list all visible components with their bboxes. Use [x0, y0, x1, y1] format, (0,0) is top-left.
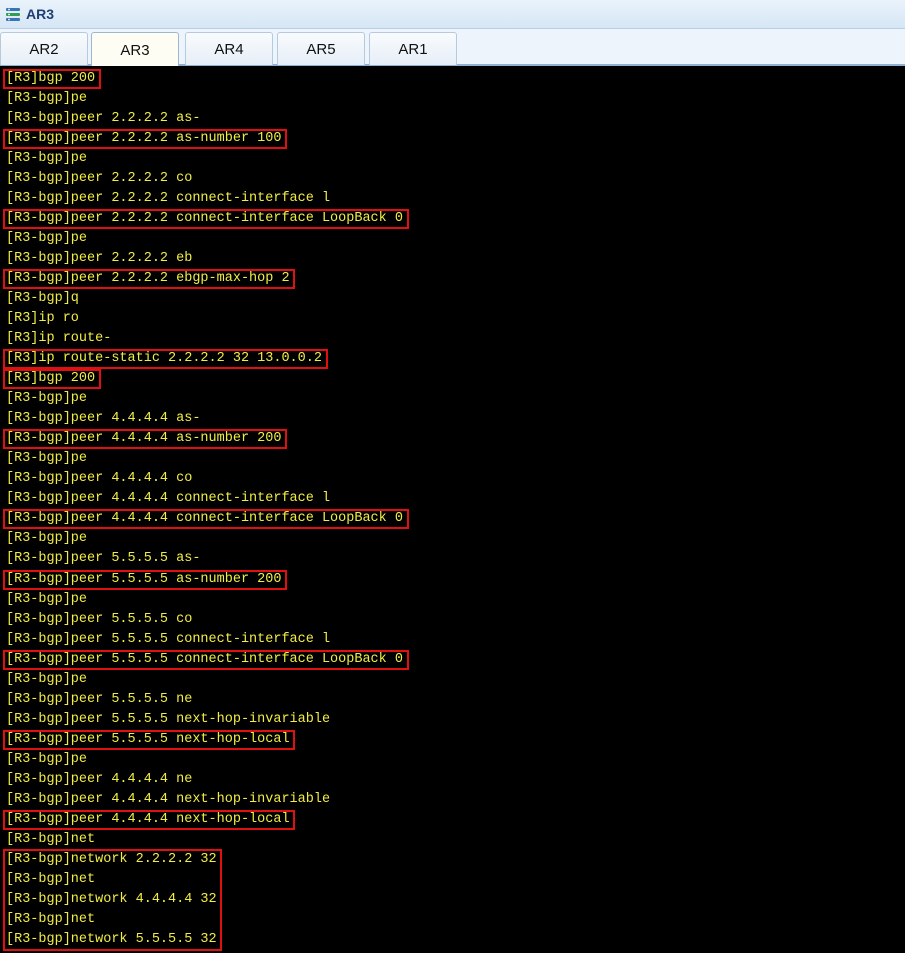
terminal-line: [R3-bgp]q — [6, 291, 79, 307]
terminal-line: [R3-bgp]peer 5.5.5.5 co — [6, 611, 193, 627]
terminal-line: [R3-bgp]peer 5.5.5.5 connect-interface l — [6, 631, 331, 647]
terminal-line: [R3-bgp]network 2.2.2.2 32 — [6, 851, 217, 867]
terminal-line: [R3-bgp]network 5.5.5.5 32 — [6, 931, 217, 947]
terminal-line: [R3-bgp]pe — [6, 391, 88, 407]
terminal-line: [R3-bgp]pe — [6, 91, 88, 107]
session-tab-bar: AR2 AR3 AR4 AR5 AR1 — [0, 29, 905, 67]
tab-ar3[interactable]: AR3 — [91, 32, 179, 67]
terminal-line: [R3-bgp]peer 5.5.5.5 ne — [6, 691, 193, 707]
terminal-line: [R3-bgp]pe — [6, 591, 88, 607]
tab-ar2[interactable]: AR2 — [0, 32, 88, 65]
terminal-line: [R3-bgp]network 4.4.4.4 32 — [6, 891, 217, 907]
tab-ar5[interactable]: AR5 — [277, 32, 365, 65]
terminal-line: [R3-bgp]peer 4.4.4.4 ne — [6, 771, 193, 787]
terminal-line: [R3-bgp]peer 5.5.5.5 as- — [6, 551, 201, 567]
terminal-line: [R3-bgp]peer 2.2.2.2 co — [6, 171, 193, 187]
terminal-line: [R3-bgp]pe — [6, 231, 88, 247]
title-bar: AR3 — [0, 0, 905, 29]
terminal-line: [R3-bgp]peer 4.4.4.4 next-hop-invariable — [6, 791, 331, 807]
tab-ar1[interactable]: AR1 — [369, 32, 457, 65]
terminal-line: [R3-bgp]peer 5.5.5.5 as-number 200 — [6, 571, 282, 587]
tab-label: AR1 — [398, 40, 428, 58]
terminal-line: [R3-bgp]peer 2.2.2.2 eb — [6, 251, 193, 267]
terminal-line: [R3-bgp]peer 5.5.5.5 next-hop-invariable — [6, 711, 331, 727]
tab-label: AR5 — [306, 40, 336, 58]
terminal-line: [R3-bgp]peer 2.2.2.2 ebgp-max-hop 2 — [6, 271, 290, 287]
terminal-line: [R3-bgp]net — [6, 831, 96, 847]
terminal-line: [R3]bgp 200 — [6, 371, 96, 387]
terminal-line: [R3-bgp]peer 4.4.4.4 next-hop-local — [6, 811, 290, 827]
terminal-line: [R3]ip route-static 2.2.2.2 32 13.0.0.2 — [6, 351, 322, 367]
terminal-line: [R3]ip route- — [6, 331, 112, 347]
terminal-line: [R3]bgp 200 — [6, 71, 96, 86]
terminal-line: [R3]ip ro — [6, 311, 79, 327]
terminal-line: [R3-bgp]peer 5.5.5.5 next-hop-local — [6, 731, 290, 747]
terminal-line: [R3-bgp]peer 2.2.2.2 as- — [6, 111, 201, 127]
terminal-line: [R3-bgp]peer 4.4.4.4 connect-interface L… — [6, 511, 403, 527]
window-title: AR3 — [26, 6, 55, 22]
terminal-line: [R3-bgp]pe — [6, 751, 88, 767]
terminal-line: [R3-bgp]pe — [6, 151, 88, 167]
terminal-line: [R3-bgp]net — [6, 871, 96, 887]
terminal-line: [R3-bgp]peer 2.2.2.2 as-number 100 — [6, 131, 282, 147]
terminal-line: [R3-bgp]peer 2.2.2.2 connect-interface l — [6, 191, 331, 207]
terminal-line: [R3-bgp]net — [6, 911, 96, 927]
terminal-line: [R3-bgp]pe — [6, 531, 88, 547]
terminal-line: [R3-bgp]pe — [6, 451, 88, 467]
terminal-line: [R3-bgp]peer 2.2.2.2 connect-interface L… — [6, 211, 403, 227]
terminal-line: [R3-bgp]peer 4.4.4.4 as- — [6, 411, 201, 427]
terminal-console[interactable]: [R3]bgp 200 [R3-bgp]pe [R3-bgp]peer 2.2.2.… — [0, 66, 905, 953]
tab-ar4[interactable]: AR4 — [185, 32, 273, 65]
terminal-line: [R3-bgp]pe — [6, 671, 88, 687]
tab-label: AR2 — [29, 40, 59, 58]
tab-label: AR3 — [120, 41, 150, 59]
terminal-line: [R3-bgp]peer 4.4.4.4 as-number 200 — [6, 431, 282, 447]
terminal-line: [R3-bgp]peer 5.5.5.5 connect-interface L… — [6, 651, 403, 667]
router-app-icon — [6, 8, 20, 21]
terminal-line: [R3-bgp]peer 4.4.4.4 connect-interface l — [6, 491, 331, 507]
terminal-line: [R3-bgp]peer 4.4.4.4 co — [6, 471, 193, 487]
tab-label: AR4 — [214, 40, 244, 58]
